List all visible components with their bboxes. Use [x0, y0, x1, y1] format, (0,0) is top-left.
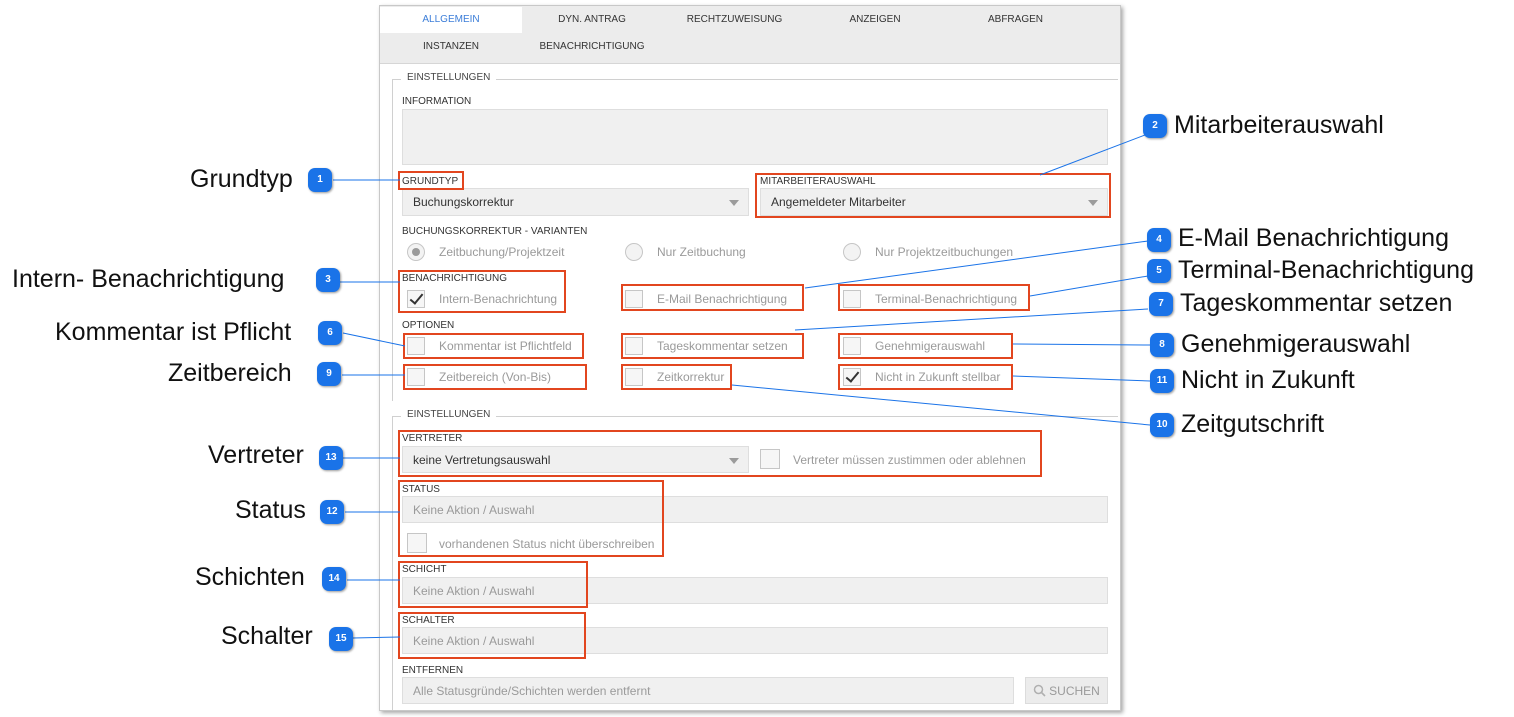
callout-badge: 9: [317, 362, 341, 386]
callout-badge: 7: [1149, 292, 1173, 316]
callout-label: Zeitgutschrift: [1181, 410, 1325, 438]
leader-line: [1012, 375, 1151, 382]
leader-line: [1039, 134, 1146, 176]
callout-badge: 6: [318, 321, 342, 345]
callout-label: Schalter: [221, 622, 313, 650]
callout-label: Terminal-Benachrichtigung: [1178, 256, 1474, 284]
callout-label: Genehmigerauswahl: [1181, 330, 1411, 358]
callout-label: Mitarbeiterauswahl: [1174, 111, 1384, 139]
leader-line: [1029, 275, 1149, 297]
callout-label: Vertreter: [208, 441, 304, 469]
callout-badge: 12: [320, 500, 344, 524]
callout-badge: 15: [329, 627, 353, 651]
callout-label: Nicht in Zukunft: [1181, 366, 1355, 394]
callout-badge: 1: [308, 168, 332, 192]
callout-badge: 5: [1147, 259, 1171, 283]
callout-badge: 2: [1143, 114, 1167, 138]
callout-label: Grundtyp: [190, 165, 293, 193]
callout-label: Intern- Benachrichtigung: [12, 265, 285, 293]
leader-line: [731, 384, 1151, 426]
callout-label: E-Mail Benachrichtigung: [1178, 224, 1449, 252]
callout-label: Status: [235, 496, 306, 524]
leader-line: [352, 636, 401, 639]
leader-line: [804, 240, 1149, 289]
callout-label: Zeitbereich: [168, 359, 292, 387]
callout-badge: 10: [1150, 413, 1174, 437]
callout-badge: 11: [1150, 369, 1174, 393]
callout-label: Kommentar ist Pflicht: [55, 318, 292, 346]
callout-badge: 13: [319, 446, 343, 470]
callout-badge: 8: [1150, 333, 1174, 357]
leader-line: [794, 308, 1149, 331]
callout-badge: 14: [322, 567, 346, 591]
callout-label: Schichten: [195, 563, 305, 591]
callout-label: Tageskommentar setzen: [1180, 289, 1453, 317]
leader-line: [342, 332, 406, 347]
callout-badge: 3: [316, 268, 340, 292]
leader-line: [1012, 343, 1151, 346]
callout-badge: 4: [1147, 228, 1171, 252]
